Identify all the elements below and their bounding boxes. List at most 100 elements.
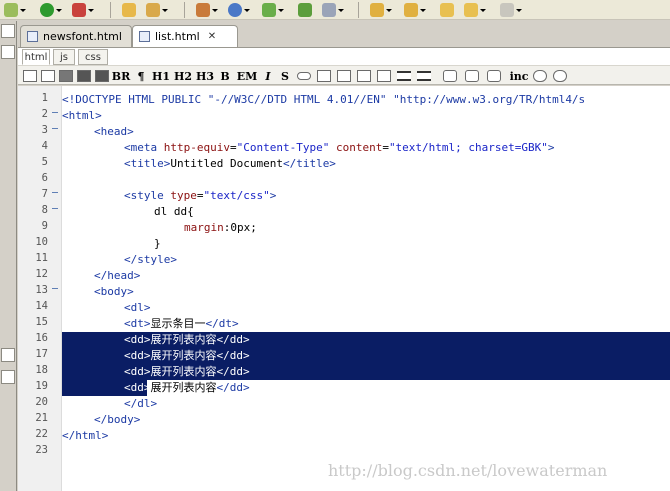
bold-button[interactable]: B	[218, 68, 232, 84]
tab-label: list.html	[155, 30, 200, 43]
tab-label: newsfont.html	[43, 30, 122, 43]
fold-collapse-icon[interactable]	[51, 204, 59, 212]
h1-button[interactable]: H1	[152, 68, 170, 84]
code-line: <dl>	[62, 300, 670, 316]
fold-collapse-icon[interactable]	[51, 124, 59, 132]
table-icon[interactable]	[22, 68, 38, 84]
script-src-icon[interactable]	[552, 68, 568, 84]
line-number: 21	[35, 412, 48, 424]
connect-button[interactable]	[262, 2, 284, 18]
include-button[interactable]: inc	[508, 68, 530, 84]
web-button[interactable]	[228, 2, 250, 18]
open-folder-button[interactable]	[122, 2, 136, 18]
code-editor[interactable]: 1 2 3 4 5 6 7 8 9 10 11 12 13 14 15 16 1…	[18, 86, 670, 491]
prev-annotation-button[interactable]	[404, 2, 426, 18]
tab-html[interactable]: html	[22, 49, 50, 65]
tab-css[interactable]: css	[78, 49, 108, 65]
em-button[interactable]: EM	[236, 68, 258, 84]
frame-icon[interactable]	[40, 68, 56, 84]
code-doctype: <!DOCTYPE HTML PUBLIC "-//W3C//DTD HTML …	[62, 92, 585, 108]
paragraph-button[interactable]: ¶	[134, 68, 148, 84]
scroll-up-button[interactable]	[1, 370, 15, 384]
h2-button[interactable]: H2	[174, 68, 192, 84]
run-button[interactable]	[40, 2, 62, 18]
image-icon[interactable]	[316, 68, 332, 84]
line-number: 6	[41, 172, 48, 184]
back-button[interactable]	[464, 2, 486, 18]
table-data-icon[interactable]	[486, 68, 502, 84]
edit-pencil-button[interactable]	[146, 2, 168, 18]
home-button[interactable]	[196, 2, 218, 18]
last-edit-button[interactable]	[440, 2, 454, 18]
tag-end: >	[269, 189, 277, 202]
meta-tag: <meta	[124, 141, 158, 154]
script-icon[interactable]	[532, 68, 548, 84]
window-icon	[322, 3, 336, 17]
tab-newsfont[interactable]: newsfont.html	[20, 25, 132, 47]
dd-open-tag: <dd>	[124, 333, 151, 346]
tab-js[interactable]: js	[53, 49, 75, 65]
line-number: 5	[41, 156, 48, 168]
division-icon[interactable]	[94, 68, 110, 84]
block-icon[interactable]	[76, 68, 92, 84]
line-number: 16	[35, 332, 48, 344]
code-text-area[interactable]: <!DOCTYPE HTML PUBLIC "-//W3C//DTD HTML …	[62, 86, 670, 491]
left-view-strip	[0, 21, 17, 491]
debug-button[interactable]	[4, 2, 26, 18]
folder-icon	[122, 3, 136, 17]
email-icon[interactable]	[336, 68, 352, 84]
run-icon	[40, 3, 54, 17]
strike-button[interactable]: S	[278, 68, 292, 84]
italic-button[interactable]: I	[262, 68, 274, 84]
attr-name: type	[170, 189, 197, 202]
dd-text: 展开列表内容	[150, 333, 217, 346]
definition-term-icon[interactable]	[442, 68, 458, 84]
br-button[interactable]: BR	[112, 68, 130, 84]
line-number: 9	[41, 220, 48, 232]
external-tools-button[interactable]	[72, 2, 94, 18]
fold-collapse-icon[interactable]	[51, 108, 59, 116]
window-button[interactable]	[322, 2, 344, 18]
line-number-gutter: 1 2 3 4 5 6 7 8 9 10 11 12 13 14 15 16 1…	[18, 86, 62, 491]
line-number: 7	[41, 188, 48, 200]
list-item-icon[interactable]	[376, 68, 392, 84]
restore-view-button[interactable]	[1, 24, 15, 38]
h3-button[interactable]: H3	[196, 68, 214, 84]
ordered-list-icon[interactable]	[396, 68, 412, 84]
restore-view-button[interactable]	[1, 348, 15, 362]
code-line: <dd>展开列表内容</dd>	[62, 380, 670, 396]
html-file-icon	[139, 31, 150, 42]
fold-collapse-icon[interactable]	[51, 284, 59, 292]
dd-open-tag: <dd>	[124, 365, 151, 378]
view-menu-button[interactable]	[1, 45, 15, 59]
title-close-tag: </title>	[282, 157, 336, 170]
line-number: 13	[35, 284, 48, 296]
plugin-button[interactable]	[298, 2, 312, 18]
style-tag: <style	[124, 189, 164, 202]
close-icon[interactable]: ✕	[208, 31, 216, 42]
code-line: <style type="text/css">	[62, 188, 670, 204]
dd-line: <dd>展开列表内容</dd>	[124, 380, 250, 396]
css-property: margin	[184, 221, 224, 234]
attr-value: "Content-Type"	[236, 141, 330, 154]
css-selector: dl dd{	[154, 205, 194, 218]
unordered-list-icon[interactable]	[416, 68, 432, 84]
next-annotation-button[interactable]	[370, 2, 392, 18]
css-brace: }	[154, 237, 161, 250]
attr-name: http-equiv	[163, 141, 230, 154]
code-line: </html>	[62, 428, 670, 444]
horizontal-rule-icon[interactable]	[356, 68, 372, 84]
fold-collapse-icon[interactable]	[51, 188, 59, 196]
tab-list[interactable]: list.html ✕	[132, 25, 238, 47]
style-close-tag: </style>	[124, 253, 177, 266]
link-icon[interactable]	[296, 68, 312, 84]
pencil-icon	[146, 3, 160, 17]
table-row-icon[interactable]	[464, 68, 480, 84]
code-line: </body>	[62, 412, 670, 428]
code-line: <meta http-equiv="Content-Type" content=…	[62, 140, 670, 156]
forward-button[interactable]	[500, 2, 522, 18]
form-icon[interactable]	[58, 68, 74, 84]
line-number: 12	[35, 268, 48, 280]
puzzle-icon	[298, 3, 312, 17]
dl-close-tag: </dl>	[124, 397, 158, 410]
